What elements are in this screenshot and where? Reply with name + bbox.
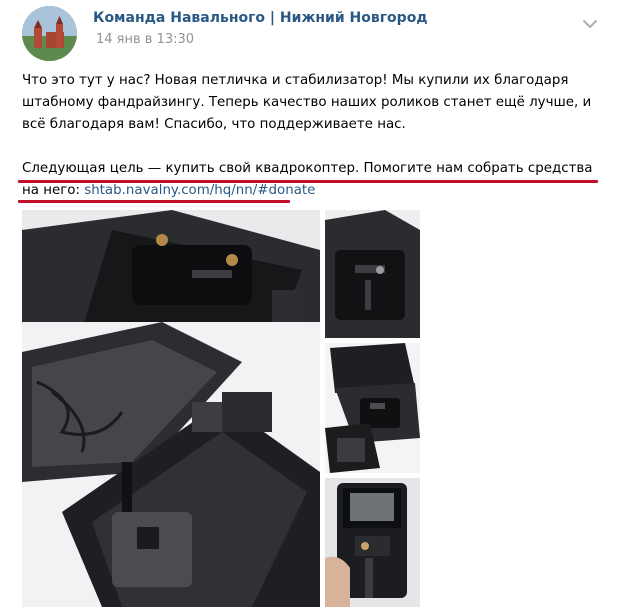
highlight-underline	[18, 200, 290, 203]
photo-gimbal-case-top[interactable]	[325, 210, 420, 338]
post-date[interactable]: 14 янв в 13:30	[96, 32, 194, 47]
donate-link[interactable]: shtab.navalny.com/hq/nn/#donate	[84, 183, 315, 198]
photo-gimbal-in-hand[interactable]	[325, 478, 420, 607]
post-text: Что это тут у нас? Новая петличка и стаб…	[22, 73, 592, 132]
photo-microphone-case[interactable]	[22, 322, 320, 607]
avatar[interactable]	[22, 6, 77, 61]
photo-open-cases[interactable]	[325, 343, 420, 473]
highlight-underline	[18, 180, 598, 183]
author-name[interactable]: Команда Навального | Нижний Новгород	[93, 10, 428, 26]
chevron-down-icon[interactable]	[578, 12, 602, 36]
